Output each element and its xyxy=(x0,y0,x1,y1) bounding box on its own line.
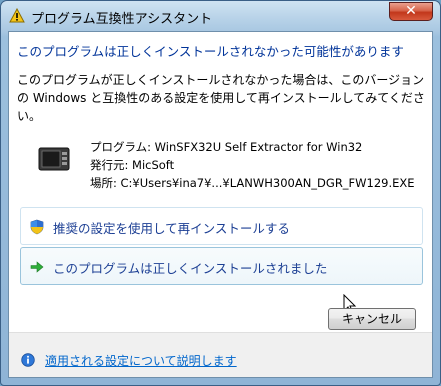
window-title: プログラム互換性アシスタント xyxy=(31,12,213,27)
reinstall-recommended-label: 推奨の設定を使用して再インストールする xyxy=(53,221,290,236)
dialog-description: このプログラムが正しくインストールされなかった場合は、このバージョンの Wind… xyxy=(17,73,425,123)
program-publisher: 発行元: MicSoft xyxy=(90,158,175,172)
dialog-heading: このプログラムは正しくインストールされなかった可能性があります xyxy=(17,44,404,59)
close-button[interactable]: ✕ xyxy=(389,2,433,21)
help-link[interactable]: 適用される設定について説明します xyxy=(45,352,237,369)
program-name: プログラム: WinSFX32U Self Extractor for Win3… xyxy=(90,140,363,154)
compatibility-assistant-window: プログラム互換性アシスタント ✕ このプログラムは正しくインストールされなかった… xyxy=(0,0,441,386)
close-icon: ✕ xyxy=(405,3,417,19)
cancel-button[interactable]: キャンセル xyxy=(328,308,416,330)
program-info: プログラム: WinSFX32U Self Extractor for Win3… xyxy=(90,138,415,192)
uac-shield-icon xyxy=(30,219,44,235)
dialog-body: このプログラムは正しくインストールされなかった可能性があります このプログラムが… xyxy=(8,31,433,378)
title-bar[interactable]: プログラム互換性アシスタント ✕ xyxy=(1,1,440,31)
installed-correctly-option[interactable]: このプログラムは正しくインストールされました xyxy=(20,247,423,285)
program-icon xyxy=(38,147,70,171)
program-location: 場所: C:¥Users¥ina7¥...¥LANWH300AN_DGR_FW1… xyxy=(90,176,415,190)
warning-icon xyxy=(9,8,25,23)
installed-correctly-label: このプログラムは正しくインストールされました xyxy=(53,261,328,276)
reinstall-recommended-option[interactable]: 推奨の設定を使用して再インストールする xyxy=(20,207,423,245)
green-arrow-icon xyxy=(30,261,44,273)
info-icon xyxy=(21,353,35,367)
